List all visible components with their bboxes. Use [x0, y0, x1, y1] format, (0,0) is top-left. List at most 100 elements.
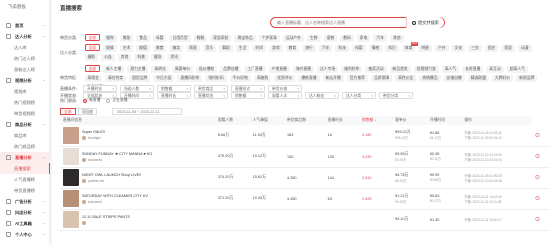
live-title[interactable]: SATURDAY WITH CLEAMKR CITY KV: [82, 194, 148, 198]
filter-chip[interactable]: 工厂直播: [244, 66, 266, 73]
filter-chip[interactable]: 服饰: [103, 35, 117, 42]
live-info[interactable]: NIGHT OWL LAUNCH Shop LIVE!! yueleen.lee: [63, 169, 212, 186]
filter-chip[interactable]: 爆款直播: [298, 75, 320, 82]
sidebar-item[interactable]: AI工具箱 ⌄: [0, 218, 50, 229]
live-info[interactable]: 11.11 SALE STRIPE PANTS: [63, 211, 212, 228]
filter-chip[interactable]: 全部: [84, 44, 101, 51]
filter-chip[interactable]: 三农: [468, 45, 482, 52]
column-header[interactable]: 直播间信息: [60, 116, 215, 125]
table-row[interactable]: 11.11 SALE STRIPE PANTS ¥3.10万 ¥1.30 开播: 20…: [60, 209, 550, 231]
filter-chip[interactable]: 珠宝饰品: [234, 35, 256, 42]
filter-chip[interactable]: 新店开播: [322, 75, 344, 82]
filter-chip[interactable]: 产地直播: [268, 66, 290, 73]
live-thumbnail[interactable]: [63, 169, 79, 186]
date-range-picker[interactable]: 2023-11-05 ~ 2023-11-11: [112, 108, 182, 115]
column-header[interactable]: 操作: [461, 116, 533, 125]
column-header[interactable]: 人气峰值: [249, 116, 285, 125]
filter-chip[interactable]: 颜值: [136, 45, 150, 52]
sidebar-item[interactable]: 视频分析 ⌄: [0, 75, 50, 86]
sidebar-item[interactable]: 首页 ⌄: [0, 20, 50, 31]
filter-chip[interactable]: 高互动: [486, 66, 504, 73]
filter-chip[interactable]: 萌宠: [186, 45, 200, 52]
filter-chip[interactable]: 公益: [101, 54, 115, 61]
filter-chip[interactable]: 直播间秒杀: [177, 75, 203, 82]
filter-chip[interactable]: 长时直播: [462, 66, 484, 73]
table-row[interactable]: SATURDAY WITH CLEAMKR CITY KV kokoweek 371…: [60, 188, 550, 210]
sidebar-item[interactable]: 人气直播榜: [0, 174, 50, 185]
filter-chip[interactable]: 时尚: [252, 45, 267, 52]
filter-chip[interactable]: 其他: [117, 54, 132, 61]
filter-chip[interactable]: 高性价比: [395, 75, 417, 82]
tab-replay[interactable]: 可回放: [77, 108, 97, 115]
filter-chip[interactable]: 情感: [368, 45, 383, 52]
filter-chip[interactable]: 运动户外: [282, 35, 304, 42]
live-author[interactable]: yueleen.lee: [82, 178, 141, 183]
column-header[interactable]: 销售额 ↓: [359, 116, 393, 125]
filter-chip[interactable]: 国货品牌: [129, 75, 151, 82]
filter-chip[interactable]: 宠物: [323, 35, 338, 42]
filter-chip[interactable]: 日用百货: [169, 35, 191, 42]
filter-chip[interactable]: 生活: [235, 45, 250, 52]
filter-chip[interactable]: 汽车: [318, 45, 333, 52]
table-row[interactable]: NIGHT OWL LAUNCH Shop LIVE!! yueleen.lee 3…: [60, 167, 550, 189]
column-header[interactable]: 开播时间: [426, 116, 462, 125]
sidebar-item[interactable]: 直播分析 ⌄: [0, 152, 50, 163]
sidebar-item[interactable]: 抖店分析 ⌄: [0, 207, 50, 218]
filter-chip[interactable]: 高客单价: [171, 66, 194, 73]
filter-chip[interactable]: 高复购: [253, 75, 272, 82]
filter-chip[interactable]: 个护家清: [258, 35, 280, 42]
filter-chip[interactable]: 明星: [418, 45, 432, 52]
filter-chip[interactable]: 高转化: [151, 66, 169, 73]
filter-chip[interactable]: 高佣金: [84, 75, 102, 82]
detail-icon[interactable]: ⊙: [535, 196, 540, 202]
filter-chip[interactable]: 知识: [385, 45, 399, 52]
filter-chip[interactable]: 音乐: [202, 45, 217, 52]
tab-all[interactable]: 全部: [60, 108, 76, 115]
filter-chip[interactable]: 家居家纺: [210, 35, 232, 42]
filter-chip[interactable]: 鞋靴: [193, 35, 208, 42]
live-info[interactable]: SUNDAY FUNDAY ★ CITY MANNA ♥ KO kokoweek: [63, 148, 212, 165]
filter-chip[interactable]: 新品首发: [389, 66, 411, 73]
filter-chip[interactable]: 家电: [356, 35, 371, 42]
sidebar-item[interactable]: 广告分析 ⌄: [0, 196, 50, 207]
filter-chip[interactable]: 热销爆品: [419, 75, 441, 82]
filter-chip[interactable]: 全部: [84, 34, 101, 41]
filter-chip[interactable]: 教育: [285, 45, 300, 52]
detail-icon[interactable]: ⊙: [535, 133, 540, 139]
search-input[interactable]: [271, 18, 406, 27]
filter-chip[interactable]: 优质评价: [274, 75, 296, 82]
filter-chip[interactable]: 店铺自播: [443, 75, 465, 82]
filter-chip[interactable]: 户外: [434, 45, 449, 52]
live-thumbnail[interactable]: [63, 148, 79, 165]
app-logo[interactable]: 飞瓜智投: [8, 4, 26, 10]
filter-chip[interactable]: 健身: [150, 54, 165, 61]
sidebar-item[interactable]: 热门商品榜: [0, 141, 50, 152]
sidebar-item[interactable]: 直播搜索: [0, 163, 50, 174]
filter-chip[interactable]: 官方推荐: [346, 75, 368, 82]
filter-chip[interactable]: 生鲜: [307, 35, 321, 42]
table-row[interactable]: Super SALE!! fionatiger 8.66万 11.93万 183 16 4,…: [60, 125, 550, 147]
filter-chip[interactable]: 游戏: [269, 45, 283, 52]
filter-chip[interactable]: 旅行: [302, 45, 316, 52]
filter-chip[interactable]: 低价爆款: [196, 66, 218, 73]
filter-chip[interactable]: 文化: [451, 45, 466, 52]
filter-chip[interactable]: 科普: [134, 54, 148, 61]
radio-option[interactable]: 正在直播: [106, 98, 128, 103]
live-title[interactable]: Super SALE!!: [82, 130, 105, 134]
filter-chip[interactable]: 品质保障: [370, 75, 393, 82]
filter-chip[interactable]: 节日大促: [153, 75, 175, 82]
sidebar-item[interactable]: 达人库: [0, 42, 50, 53]
filter-chip[interactable]: 科技: [335, 45, 349, 52]
live-author[interactable]: [82, 220, 130, 225]
filter-chip[interactable]: 剧情: [103, 45, 117, 52]
filter-chip[interactable]: 母婴: [352, 45, 366, 52]
filter-chip[interactable]: 摄影: [84, 54, 99, 61]
sidebar-item[interactable]: 热门达人榜: [0, 53, 50, 64]
filter-chip[interactable]: 搞笑: [169, 45, 184, 52]
detail-icon[interactable]: ⊙: [535, 217, 540, 223]
filter-chip[interactable]: 动漫: [517, 45, 532, 52]
live-author[interactable]: fionatiger: [82, 136, 105, 141]
live-author[interactable]: kokoweek: [82, 199, 148, 204]
filter-chip[interactable]: 资讯: [167, 54, 182, 61]
table-row[interactable]: SUNDAY FUNDAY ★ CITY MANNA ♥ KO kokoweek 3…: [60, 146, 550, 168]
